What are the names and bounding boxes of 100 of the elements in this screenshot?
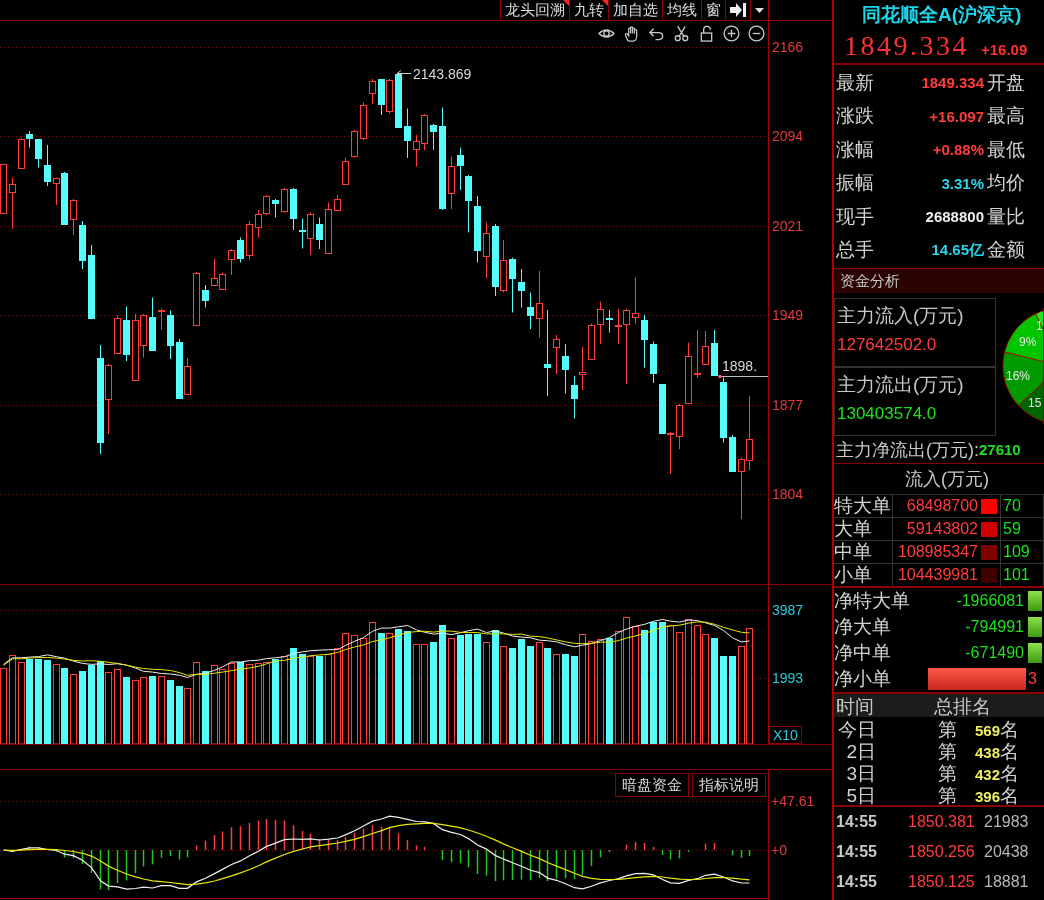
inflow-value: 104439981 (897, 566, 978, 584)
order-size-label: 大单 (834, 517, 872, 541)
quote-value: 3.31% (941, 174, 984, 192)
rank-suffix: 名 (1000, 718, 1020, 742)
order-size-label: 中单 (834, 540, 872, 564)
net-order-value: -1966081 (956, 592, 1025, 610)
price-axis-label: 1804 (772, 486, 804, 502)
zoom-out-icon[interactable] (748, 25, 765, 42)
rank-suffix: 名 (1000, 784, 1020, 808)
fund-value: 130403574.0 (837, 404, 938, 424)
inflow-value: 108985347 (897, 543, 978, 561)
leader-line (396, 70, 412, 77)
tick-price: 1850.381 (908, 813, 976, 831)
indicator-axis-label: +47.61 (771, 793, 815, 809)
quote-label: 总手 (835, 238, 875, 263)
tick-time: 14:55 (835, 813, 878, 831)
net-flow-bar (1028, 643, 1042, 663)
hand-icon[interactable] (623, 25, 640, 42)
tick-volume: 18881 (984, 873, 1030, 891)
pie-label: 9% (1019, 335, 1037, 349)
net-flow-bar (1028, 617, 1042, 637)
inflow-value: 59143802 (906, 520, 978, 538)
rank-suffix: 名 (1000, 762, 1020, 786)
indicator-button[interactable]: 指标说明 (692, 773, 766, 797)
inflow-value: 68498700 (906, 497, 978, 515)
price-axis-label: 2166 (772, 39, 804, 55)
tick-price: 1850.256 (908, 843, 976, 861)
period-label: 3日 (846, 762, 876, 786)
caret-icon (755, 7, 764, 13)
period-label: 2日 (846, 740, 876, 764)
quote-label: 金额 (986, 238, 1026, 263)
tick-time: 14:55 (835, 843, 878, 861)
fund-value: 127642502.0 (837, 335, 938, 355)
quote-label: 现手 (835, 204, 875, 229)
net-flow-bar (1028, 591, 1042, 611)
rank-suffix: 名 (1000, 740, 1020, 764)
leader-line (718, 374, 769, 379)
zoom-in-icon[interactable] (723, 25, 740, 42)
volume-unit-label: X10 (769, 726, 802, 744)
quote-label: 开盘 (986, 70, 1026, 95)
net-flow-value: 27610 (979, 441, 1021, 458)
quote-value: 1849.334 (921, 74, 984, 92)
rank-number: 432 (974, 765, 1000, 783)
net-flow-label: 主力净流出(万元): (835, 438, 979, 462)
indicator-button[interactable]: 暗盘资金 (615, 773, 689, 797)
volume-axis-label: 3987 (772, 602, 804, 618)
price-axis-label: 1949 (772, 307, 804, 323)
quote-label: 均价 (986, 171, 1026, 196)
column-header: 时间 (835, 695, 875, 719)
column-header: 流入(万元) (905, 468, 989, 491)
outflow-value: 70 (1002, 497, 1021, 515)
indicator-axis-label: +0 (771, 842, 787, 858)
period-label: 5日 (846, 784, 876, 808)
net-order-label: 净大单 (834, 615, 892, 639)
net-order-value: -794991 (965, 618, 1025, 636)
quote-label: 振幅 (835, 171, 875, 196)
last-price: 1849.334 (844, 30, 969, 62)
price-axis-label: 1877 (772, 397, 804, 413)
pie-label: 1 (1036, 319, 1043, 333)
pie-label: 15 (1028, 396, 1042, 410)
outflow-value: 59 (1002, 520, 1021, 538)
net-order-label: 净小单 (834, 667, 892, 691)
quote-label: 最高 (986, 104, 1026, 129)
order-size-label: 小单 (834, 563, 872, 587)
outflow-value: 101 (1002, 566, 1030, 584)
net-order-label: 净特大单 (834, 589, 911, 613)
index-title: 同花顺全A(沪深京) (861, 3, 1023, 27)
arrow-to-bar-icon (730, 3, 746, 17)
high-price-label: 2143.869 (413, 65, 472, 82)
padlock-icon[interactable] (698, 25, 715, 42)
fund-label: 主力流入(万元) (837, 304, 965, 328)
rank-prefix: 第 (938, 762, 958, 786)
rank-number: 569 (974, 721, 1000, 739)
toolbar-button[interactable]: 九转 (569, 0, 608, 20)
quote-label: 涨跌 (835, 104, 875, 129)
tick-price: 1850.125 (908, 873, 976, 891)
rank-prefix: 第 (938, 718, 958, 742)
section-header: 资金分析 (834, 269, 1044, 293)
volume-axis-label: 1993 (772, 670, 804, 686)
last-price-label: 1898. (722, 358, 758, 374)
net-order-value: 3 (1027, 670, 1038, 688)
tick-volume: 21983 (984, 813, 1030, 831)
column-header: 总排名 (934, 695, 992, 719)
order-size-label: 特大单 (834, 494, 891, 518)
rank-prefix: 第 (938, 740, 958, 764)
quote-value: 2688800 (925, 208, 984, 226)
tick-volume: 20438 (984, 843, 1030, 861)
net-order-value: -671490 (965, 644, 1025, 662)
scissors-icon[interactable] (673, 25, 690, 42)
quote-label: 量比 (986, 204, 1026, 229)
period-label: 今日 (838, 718, 876, 742)
quote-label: 最新 (835, 70, 875, 95)
quote-value: 14.65亿 (931, 240, 984, 260)
price-axis-label: 2021 (772, 218, 804, 234)
price-change: +16.09 (981, 41, 1028, 58)
rank-number: 396 (974, 787, 1000, 805)
toolbar-button[interactable]: 龙头回溯 (500, 0, 569, 20)
quote-label: 最低 (986, 137, 1026, 162)
net-order-label: 净中单 (834, 641, 892, 665)
fund-label: 主力流出(万元) (837, 373, 965, 397)
